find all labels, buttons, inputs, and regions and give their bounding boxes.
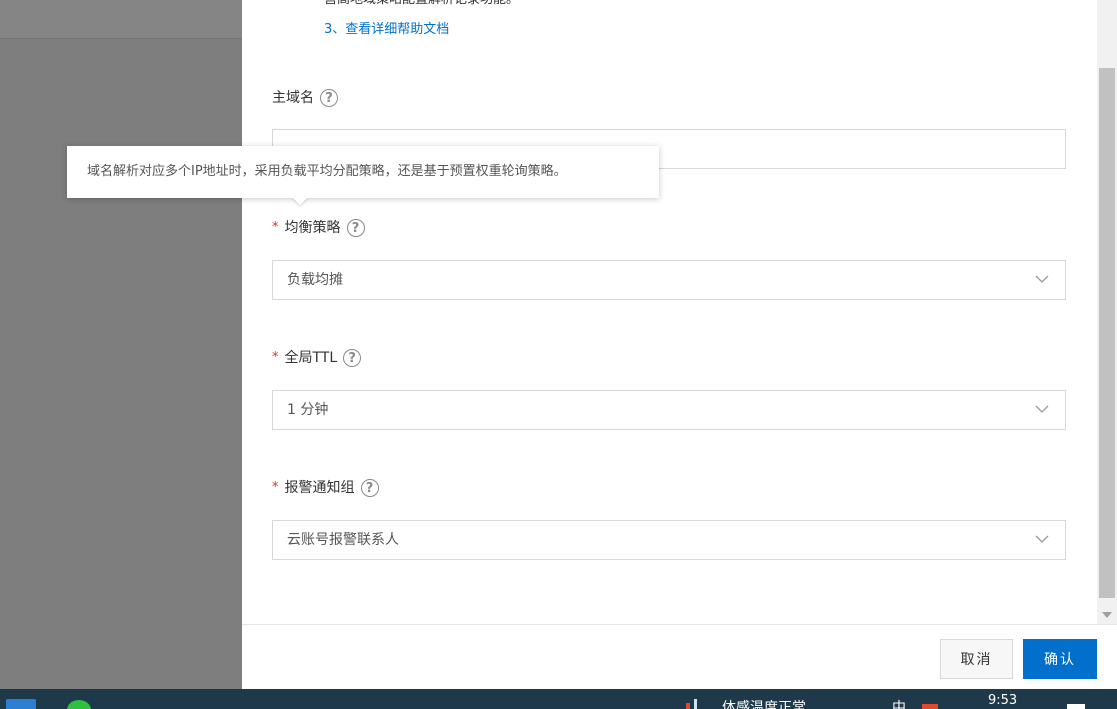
taskbar: 体感温度正常 中 9:53: [0, 689, 1117, 709]
weather-icon[interactable]: [684, 699, 702, 709]
drawer-body: 营高地域策略配置解析记录功能。 3、查看详细帮助文档 主域名 ? * 均衡策略 …: [242, 0, 1097, 624]
alarm-group-select[interactable]: 云账号报警联系人: [272, 520, 1066, 560]
balance-policy-select[interactable]: 负载均摊: [272, 260, 1066, 300]
scroll-down-arrow-icon[interactable]: [1102, 612, 1112, 618]
clock-time[interactable]: 9:53: [988, 694, 1017, 708]
chevron-down-icon: [1035, 405, 1049, 413]
primary-domain-label-text: 主域名: [272, 90, 314, 106]
alarm-group-label-text: 报警通知组: [284, 480, 355, 496]
drawer-footer: 取消 确认: [242, 624, 1117, 690]
tooltip-arrow: [292, 197, 308, 205]
global-ttl-select[interactable]: 1 分钟: [272, 390, 1066, 430]
help-doc-link[interactable]: 3、查看详细帮助文档: [324, 21, 449, 39]
chevron-down-icon: [1035, 275, 1049, 283]
scrollbar-thumb[interactable]: [1099, 68, 1115, 598]
help-circle-icon[interactable]: ?: [343, 349, 362, 367]
balance-policy-value: 负载均摊: [287, 272, 343, 288]
alarm-group-value: 云账号报警联系人: [287, 532, 399, 548]
help-circle-icon[interactable]: ?: [346, 219, 365, 237]
required-mark: *: [272, 220, 279, 235]
mail-icon[interactable]: [6, 699, 36, 709]
chevron-down-icon: [1035, 535, 1049, 543]
required-mark: *: [272, 350, 279, 365]
tooltip: 域名解析对应多个IP地址时，采用负载平均分配策略，还是基于预置权重轮询策略。: [67, 146, 659, 198]
balance-policy-label-text: 均衡策略: [284, 220, 341, 236]
scrollbar[interactable]: [1097, 0, 1117, 624]
balance-policy-label: * 均衡策略 ?: [272, 217, 365, 239]
input-method-indicator[interactable]: 中: [892, 700, 906, 709]
confirm-button[interactable]: 确认: [1023, 639, 1097, 679]
alarm-group-label: * 报警通知组 ?: [272, 477, 379, 499]
required-mark: *: [272, 480, 279, 495]
global-ttl-value: 1 分钟: [287, 402, 329, 418]
modal-overlay[interactable]: [0, 0, 242, 689]
help-text-partial: 营高地域策略配置解析记录功能。: [324, 0, 519, 8]
cancel-button[interactable]: 取消: [940, 639, 1013, 679]
global-ttl-label-text: 全局TTL: [284, 350, 338, 366]
primary-domain-label: 主域名 ?: [272, 87, 338, 109]
help-circle-icon[interactable]: ?: [320, 89, 338, 107]
weather-text[interactable]: 体感温度正常: [722, 700, 806, 709]
chat-icon[interactable]: [67, 700, 91, 709]
global-ttl-label: * 全局TTL ?: [272, 347, 362, 369]
drawer-panel: 营高地域策略配置解析记录功能。 3、查看详细帮助文档 主域名 ? * 均衡策略 …: [242, 0, 1117, 690]
help-circle-icon[interactable]: ?: [360, 479, 379, 497]
notification-icon[interactable]: [1067, 704, 1085, 709]
app-tray-icon[interactable]: [922, 704, 938, 709]
